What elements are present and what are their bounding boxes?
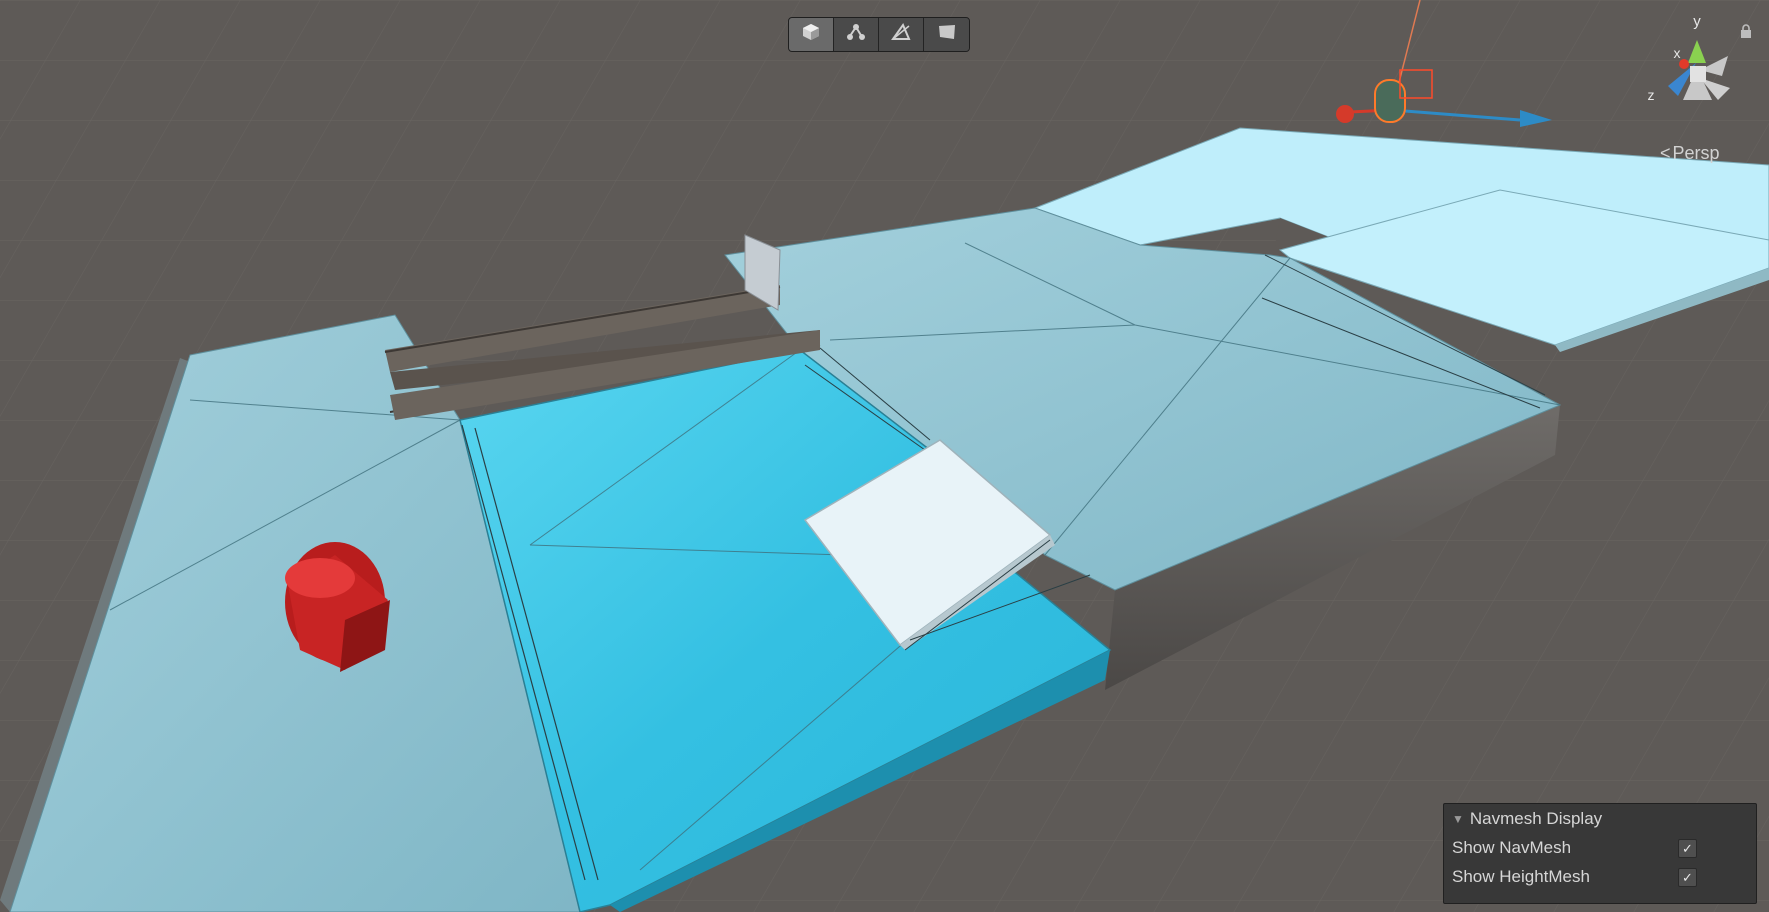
- axis-z-label: z: [1648, 87, 1655, 103]
- perspective-icon: <: [1660, 143, 1671, 163]
- option-show-heightmesh: Show HeightMesh ✓: [1444, 862, 1756, 891]
- option-show-navmesh: Show NavMesh ✓: [1444, 833, 1756, 862]
- tool-button-triangle[interactable]: [879, 18, 924, 51]
- axis-x-label: x: [1674, 45, 1681, 61]
- show-navmesh-label: Show NavMesh: [1452, 837, 1572, 857]
- tool-button-quad[interactable]: [924, 18, 969, 51]
- projection-toggle[interactable]: < Persp: [1660, 143, 1720, 164]
- x-axis-dot[interactable]: [1679, 59, 1689, 69]
- show-navmesh-checkbox[interactable]: ✓: [1678, 839, 1697, 858]
- navmesh-panel-header[interactable]: ▼ Navmesh Display: [1444, 804, 1756, 833]
- scene-tools-toolbar: [788, 17, 970, 52]
- tool-button-nodes[interactable]: [834, 18, 879, 51]
- collapse-triangle-icon: ▼: [1452, 811, 1464, 826]
- orientation-gizmo[interactable]: y x z: [1628, 8, 1766, 148]
- navmesh-panel-title: Navmesh Display: [1469, 808, 1603, 828]
- scene-view[interactable]: [0, 0, 1769, 912]
- show-heightmesh-checkbox[interactable]: ✓: [1678, 868, 1697, 887]
- nodes-icon: [845, 22, 867, 47]
- gizmo-center-cube[interactable]: [1690, 66, 1706, 82]
- show-heightmesh-label: Show HeightMesh: [1452, 866, 1590, 886]
- projection-label: Persp: [1672, 143, 1720, 163]
- triangle-ruler-icon: [890, 22, 912, 47]
- axis-y-label: y: [1693, 13, 1701, 30]
- tool-button-cube[interactable]: [789, 18, 834, 51]
- navmesh-display-panel: ▼ Navmesh Display Show NavMesh ✓ Show He…: [1443, 803, 1757, 904]
- quad-icon: [936, 22, 958, 47]
- y-axis-cone[interactable]: [1688, 40, 1706, 63]
- cube-icon: [801, 22, 821, 47]
